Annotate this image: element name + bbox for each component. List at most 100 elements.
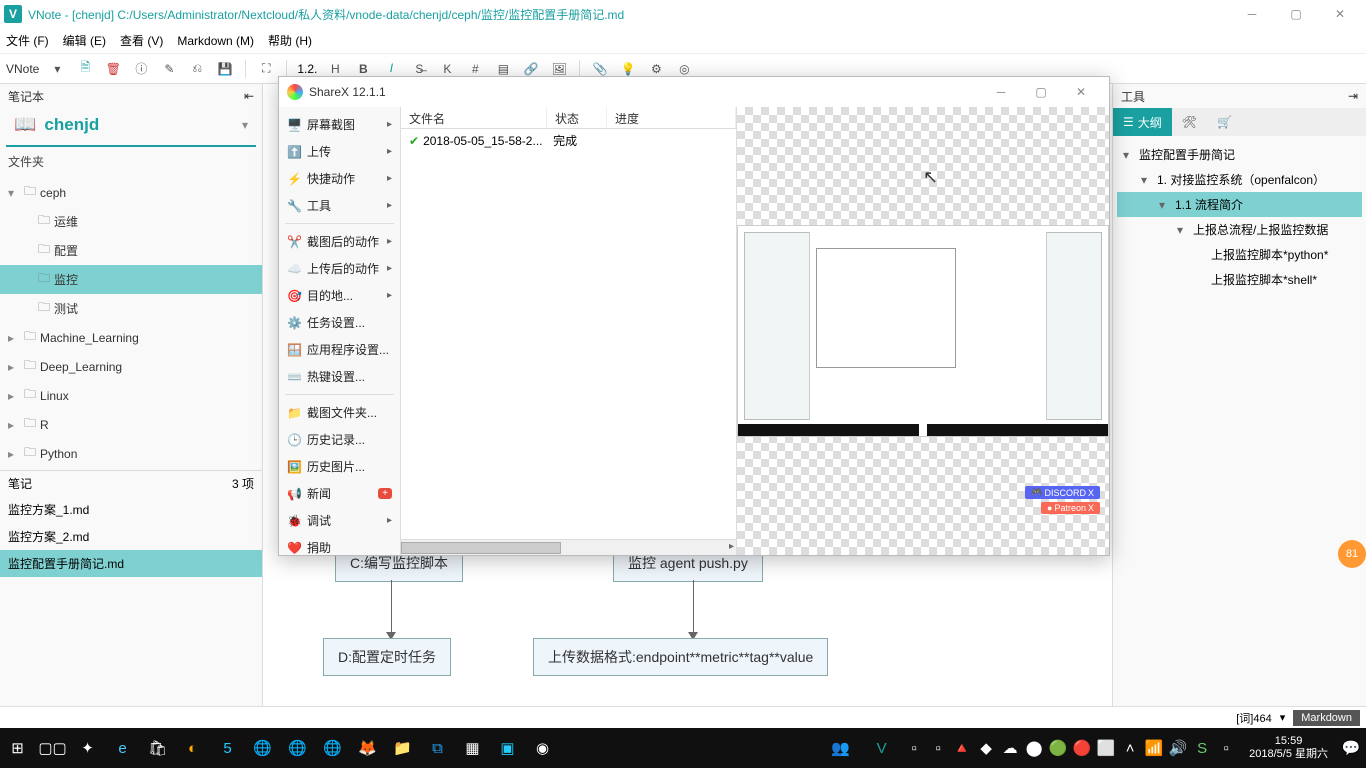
folder-item[interactable]: 🗀监控 [0,265,262,294]
col-status[interactable]: 状态 [547,107,607,128]
tray-icon[interactable]: ⬜ [1097,728,1115,768]
sharex-scrollbar[interactable]: ▸ [401,539,736,555]
delete-icon[interactable]: 🗑 [103,59,123,79]
outline-item[interactable]: ▾1.1 流程简介 [1117,192,1362,217]
notifications-icon[interactable]: 💬 [1342,728,1360,768]
edit-icon[interactable]: ✎ [159,59,179,79]
sharex-side-item[interactable]: ✂️截图后的动作▸ [279,228,400,255]
sharex-minimize-button[interactable]: ─ [981,77,1021,107]
folder-item[interactable]: ▸🗀R [0,410,262,439]
folder-item[interactable]: 🗀测试 [0,294,262,323]
sharex-side-item[interactable]: 📁截图文件夹... [279,399,400,426]
tray-chevron-icon[interactable]: ˄ [1121,728,1139,768]
sharex-side-item[interactable]: 🖥️屏幕截图▸ [279,111,400,138]
vnote-tray-icon[interactable]: V [864,728,899,768]
tray-icon[interactable]: 🟢 [1049,728,1067,768]
patreon-badge[interactable]: ● Patreon X [1041,502,1100,514]
col-progress[interactable]: 进度 [607,107,736,128]
chrome-icon[interactable]: 🌐 [315,728,350,768]
sharex-side-item[interactable]: ❤️捐助 [279,534,400,555]
notification-badge[interactable]: 81 [1338,540,1366,568]
tray-icon[interactable]: ☁ [1001,728,1019,768]
app-icon[interactable]: 5 [210,728,245,768]
tray-icon[interactable]: 🔴 [1073,728,1091,768]
folder-item[interactable]: ▸🗀Deep_Learning [0,352,262,381]
save-icon[interactable]: 💾 [215,59,235,79]
heading-level[interactable]: 1.2. [297,62,317,76]
sharex-side-item[interactable]: ⌨️热键设置... [279,363,400,390]
sharex-side-item[interactable]: 🎯目的地...▸ [279,282,400,309]
sharex-side-item[interactable]: ⚙️任务设置... [279,309,400,336]
chevron-down-icon[interactable]: ▾ [47,59,67,79]
discard-icon[interactable]: ⎌ [187,59,207,79]
folder-item[interactable]: 🗀配置 [0,236,262,265]
menu-help[interactable]: 帮助 (H) [268,32,312,49]
menu-edit[interactable]: 编辑 (E) [63,32,106,49]
tray-icon[interactable]: ▫ [1217,728,1235,768]
sharex-side-item[interactable]: 🕒历史记录... [279,426,400,453]
sharex-side-item[interactable]: ⚡快捷动作▸ [279,165,400,192]
explorer-icon[interactable]: 📁 [385,728,420,768]
app-icon[interactable]: ▦ [455,728,490,768]
new-note-icon[interactable]: 🗎 [75,59,95,79]
outline-item[interactable]: ▾1. 对接监控系统（openfalcon） [1117,167,1362,192]
taskview-icon[interactable]: ▢▢ [35,728,70,768]
folder-item[interactable]: ▸🗀Machine_Learning [0,323,262,352]
panel-collapse-icon[interactable]: ⇤ [244,89,254,103]
scroll-right-icon[interactable]: ▸ [729,541,734,552]
sharex-side-item[interactable]: 🪟应用程序设置... [279,336,400,363]
folder-item[interactable]: ▾🗀ceph [0,178,262,207]
menu-file[interactable]: 文件 (F) [6,32,49,49]
menu-view[interactable]: 查看 (V) [120,32,163,49]
tray-icon[interactable]: 🔺 [953,728,971,768]
sharex-maximize-button[interactable]: ▢ [1021,77,1061,107]
tab-cart[interactable]: 🛒 [1207,108,1242,136]
folder-item[interactable]: 🗀运维 [0,207,262,236]
sharex-side-item[interactable]: 🔧工具▸ [279,192,400,219]
close-button[interactable]: ✕ [1318,0,1362,28]
status-chevron-icon[interactable]: ▾ [1280,711,1286,724]
outline-item[interactable]: 上报监控脚本*shell* [1117,267,1362,292]
tray-icon[interactable]: ▫ [905,728,923,768]
outline-item[interactable]: ▾监控配置手册简记 [1117,142,1362,167]
app-icon[interactable]: ▣ [490,728,525,768]
folder-item[interactable]: ▸🗀Python [0,439,262,468]
sharex-side-item[interactable]: 🖼️历史图片... [279,453,400,480]
people-icon[interactable]: 👥 [823,728,858,768]
sharex-side-item[interactable]: ☁️上传后的动作▸ [279,255,400,282]
note-item[interactable]: 监控方案_1.md [0,496,262,523]
notebook-selector[interactable]: 📖 chenjd ▾ [6,108,256,147]
expand-icon[interactable]: ⛶ [256,59,276,79]
note-item[interactable]: 监控方案_2.md [0,523,262,550]
clock[interactable]: 15:59 2018/5/5 星期六 [1241,735,1336,761]
sharex-row[interactable]: ✔ 2018-05-05_15-58-2... 完成 [401,129,736,152]
outline-item[interactable]: 上报监控脚本*python* [1117,242,1362,267]
sharex-close-button[interactable]: ✕ [1061,77,1101,107]
tab-tool2[interactable]: 🛠 [1172,108,1207,136]
sharex-side-item[interactable]: 📢新闻+ [279,480,400,507]
ime-icon[interactable]: S [1193,728,1211,768]
folder-item[interactable]: ▸🗀Linux [0,381,262,410]
tab-outline[interactable]: ☰ 大纲 [1113,108,1172,136]
tray-icon[interactable]: ⬤ [1025,728,1043,768]
volume-icon[interactable]: 🔊 [1169,728,1187,768]
powershell-icon[interactable]: ⧉ [420,728,455,768]
firefox-icon[interactable]: 🦊 [350,728,385,768]
sharex-side-item[interactable]: ⬆️上传▸ [279,138,400,165]
app-icon[interactable]: ✦ [70,728,105,768]
panel-collapse-icon[interactable]: ⇥ [1348,89,1358,103]
start-button[interactable]: ⊞ [0,728,35,768]
minimize-button[interactable]: ─ [1230,0,1274,28]
tray-icon[interactable]: ▫ [929,728,947,768]
col-file[interactable]: 文件名 [401,107,547,128]
sharex-side-item[interactable]: 🐞调试▸ [279,507,400,534]
discord-badge[interactable]: 🎮 DISCORD X [1025,486,1100,499]
maximize-button[interactable]: ▢ [1274,0,1318,28]
menu-markdown[interactable]: Markdown (M) [177,34,254,48]
app-icon[interactable]: ◉ [525,728,560,768]
chrome-icon[interactable]: 🌐 [245,728,280,768]
wifi-icon[interactable]: 📶 [1145,728,1163,768]
tray-icon[interactable]: ◆ [977,728,995,768]
chrome-icon[interactable]: 🌐 [280,728,315,768]
app-icon[interactable]: ◐ [175,728,210,768]
